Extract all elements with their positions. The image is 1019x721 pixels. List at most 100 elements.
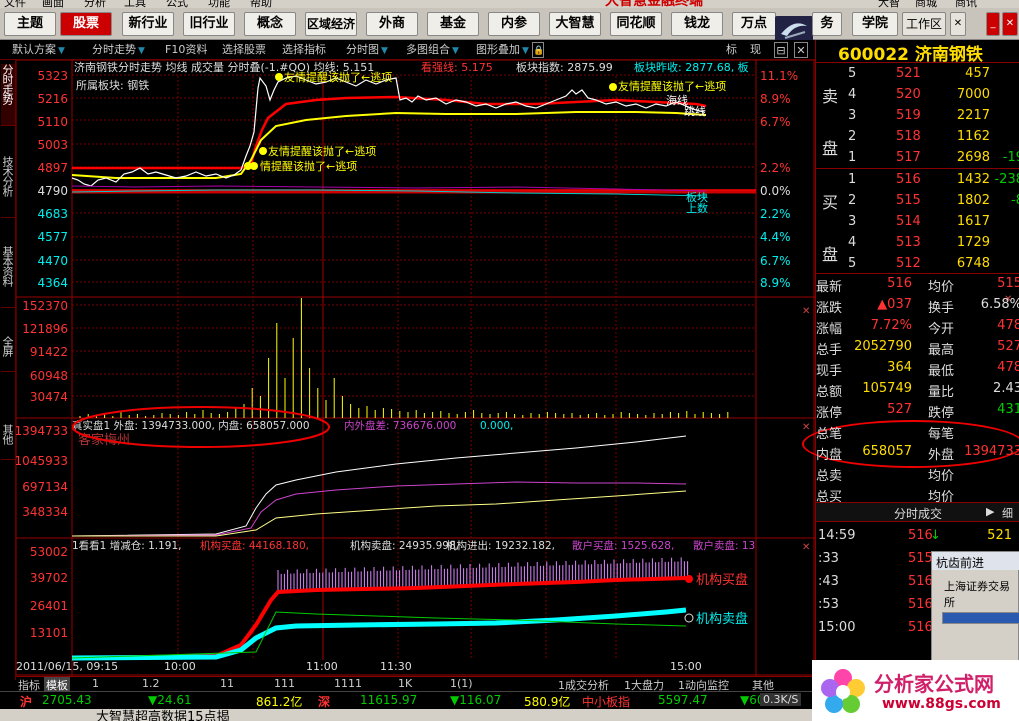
expand-icon[interactable]: ▶ bbox=[986, 505, 994, 518]
multi-chart-dropdown[interactable]: 多图组合 ▼ bbox=[406, 42, 459, 58]
order-book-row[interactable]: 内盘 658057 外盘 1394733 bbox=[816, 442, 1019, 463]
nav-concept-button[interactable]: 概念 bbox=[244, 12, 296, 36]
ask-volume: 7000 bbox=[956, 87, 990, 102]
chart-type-dropdown[interactable]: 分时图 ▼ bbox=[346, 42, 388, 58]
order-book-row[interactable]: 1 517 2698 -19 bbox=[816, 148, 1019, 169]
tab-intraday[interactable]: 分时走势 bbox=[1, 64, 15, 126]
order-book-row[interactable]: 现手 364 最低 478 bbox=[816, 358, 1019, 379]
ad-banner[interactable]: 大智慧金融终端 bbox=[605, 0, 703, 8]
order-book-row[interactable]: 总笔 每笔 bbox=[816, 421, 1019, 442]
chart-area[interactable]: 5323 5216 5110 5003 4897 4790 4683 4577 … bbox=[15, 59, 815, 676]
volume-bars bbox=[79, 298, 729, 418]
pct-tick: 6.7% bbox=[760, 115, 791, 129]
workspace-button[interactable]: 工作区 bbox=[902, 12, 946, 36]
bid-change: -8 bbox=[1011, 193, 1019, 208]
order-book-row[interactable]: 1 516 1432 -238 bbox=[816, 170, 1019, 191]
tab-fundamental[interactable]: 基本资料 bbox=[1, 246, 15, 308]
menu-right-c[interactable]: 商讯 bbox=[955, 0, 977, 8]
menu-formula[interactable]: 公式 bbox=[166, 0, 188, 8]
split-icon[interactable]: ⊟ bbox=[774, 42, 788, 58]
nav-old-industry-button[interactable]: 旧行业 bbox=[183, 12, 235, 36]
close-panel-icon[interactable]: ✕ bbox=[802, 542, 810, 553]
nav-service-button[interactable]: 务 bbox=[812, 12, 842, 36]
chevron-down-icon: ▼ bbox=[381, 46, 388, 56]
nav-foreign-button[interactable]: 外商 bbox=[366, 12, 418, 36]
tab-1-1[interactable]: 1(1) bbox=[450, 677, 473, 690]
nav-dzh-button[interactable]: 大智慧 bbox=[549, 12, 601, 36]
alert-text: 友情提醒该抛了←逃项 bbox=[618, 79, 726, 93]
sub2-header-net: 机构进出: 19232.182, bbox=[446, 539, 555, 552]
nav-insider-button[interactable]: 内参 bbox=[488, 12, 540, 36]
order-book-row[interactable]: 4 513 1729 bbox=[816, 233, 1019, 254]
nav-wandian-button[interactable]: 万点 bbox=[732, 12, 776, 36]
order-book-row[interactable]: 4 520 7000 bbox=[816, 85, 1019, 106]
nav-new-industry-button[interactable]: 新行业 bbox=[122, 12, 174, 36]
menu-right-a[interactable]: 大智 bbox=[878, 0, 900, 8]
minimize-icon[interactable]: _ bbox=[986, 12, 1000, 36]
sub1-header-diff: 内外盘差: 736676.000 bbox=[344, 419, 456, 432]
order-book-row[interactable]: 2 518 1162 bbox=[816, 127, 1019, 148]
order-book-row[interactable]: 涨停 527 跌停 431 bbox=[816, 400, 1019, 421]
order-book-row[interactable]: 总卖 均价 bbox=[816, 463, 1019, 484]
tab-11[interactable]: 11 bbox=[220, 677, 234, 690]
nav-ths-button[interactable]: 同花顺 bbox=[610, 12, 662, 36]
overlay-dropdown[interactable]: 图形叠加 ▼ bbox=[476, 42, 529, 58]
price-tick: 4364 bbox=[37, 276, 68, 290]
tab-other[interactable]: 其他 bbox=[1, 424, 15, 460]
order-book-row[interactable]: 涨幅 7.72% 今开 478 bbox=[816, 316, 1019, 337]
stat-label: 涨停 bbox=[816, 406, 843, 421]
menu-view[interactable]: 画面 bbox=[42, 0, 64, 8]
close-panel-icon[interactable]: ✕ bbox=[802, 422, 810, 433]
intraday-dropdown[interactable]: 分时走势 ▼ bbox=[92, 42, 145, 58]
order-book-row[interactable]: 总手 2052790 最高 527 bbox=[816, 337, 1019, 358]
lock-icon[interactable]: 🔒 bbox=[532, 42, 544, 58]
nav-region-button[interactable]: 区域经济 bbox=[305, 12, 357, 36]
menu-help[interactable]: 帮助 bbox=[250, 0, 272, 8]
tab-1-2[interactable]: 1.2 bbox=[142, 677, 160, 690]
close-window-icon[interactable]: ✕ bbox=[1002, 12, 1018, 36]
nav-academy-button[interactable]: 学院 bbox=[852, 12, 898, 36]
select-indicator-button[interactable]: 选择指标 bbox=[282, 42, 326, 58]
f10-button[interactable]: F10资料 bbox=[165, 42, 207, 58]
tab-111[interactable]: 111 bbox=[274, 677, 295, 690]
menu-file[interactable]: 文件 bbox=[4, 0, 26, 8]
order-book-row[interactable]: 总买 均价 bbox=[816, 484, 1019, 505]
stat-label: 换手 bbox=[928, 301, 955, 316]
tab-1111[interactable]: 1111 bbox=[334, 677, 362, 690]
order-book-row[interactable]: 总额 105749 量比 2.43 bbox=[816, 379, 1019, 400]
level-number: 5 bbox=[848, 256, 857, 271]
select-stock-button[interactable]: 选择股票 bbox=[222, 42, 266, 58]
current-button[interactable]: 现 bbox=[750, 42, 761, 58]
notice-popup[interactable]: 杭齿前进 上海证券交易所 bbox=[931, 551, 1019, 661]
order-book-row[interactable]: 涨跌 ▲037 换手 6.58% bbox=[816, 295, 1019, 316]
close-panel-icon[interactable]: ✕ bbox=[802, 306, 810, 317]
tab-technical[interactable]: 技术分析 bbox=[1, 156, 15, 218]
order-book-row[interactable]: 3 519 2217 bbox=[816, 106, 1019, 127]
menu-analysis[interactable]: 分析 bbox=[84, 0, 106, 8]
order-book-row[interactable]: 5 521 457 bbox=[816, 64, 1019, 85]
trade-time: :43 bbox=[818, 574, 839, 589]
order-book-row[interactable]: 3 514 1617 bbox=[816, 212, 1019, 233]
tab-fullscreen[interactable]: 全屏 bbox=[1, 336, 15, 372]
sub1-tick: 1045933 bbox=[16, 454, 68, 468]
tab-1[interactable]: 1 bbox=[92, 677, 99, 690]
menu-right-b[interactable]: 商城 bbox=[915, 0, 937, 8]
nav-qianlong-button[interactable]: 钱龙 bbox=[671, 12, 723, 36]
nav-theme-button[interactable]: 主题 bbox=[4, 12, 56, 36]
menu-tools[interactable]: 工具 bbox=[124, 0, 146, 8]
close-workspace-icon[interactable]: ✕ bbox=[950, 12, 966, 36]
order-book-row[interactable]: 2 515 1802 -8 bbox=[816, 191, 1019, 212]
detail-button[interactable]: 细 bbox=[1002, 505, 1013, 521]
mark-button[interactable]: 标 bbox=[726, 42, 737, 58]
scheme-dropdown[interactable]: 默认方案 ▼ bbox=[12, 42, 65, 58]
close-chart-icon[interactable]: ✕ bbox=[794, 42, 808, 58]
nav-stock-button[interactable]: 股票 bbox=[60, 12, 112, 36]
order-book-row[interactable]: 最新 516 均价 515 bbox=[816, 274, 1019, 295]
sub2-header-sell: 机构卖盘: 24935.998, bbox=[350, 539, 459, 552]
tab-1k[interactable]: 1K bbox=[398, 677, 412, 690]
menu-function[interactable]: 功能 bbox=[208, 0, 230, 8]
order-book-row[interactable]: 5 512 6748 bbox=[816, 254, 1019, 275]
order-book-row[interactable]: 14:59 516 ↓ 521 bbox=[816, 526, 1019, 547]
nav-fund-button[interactable]: 基金 bbox=[427, 12, 479, 36]
trade-volume: 521 bbox=[987, 528, 1012, 543]
